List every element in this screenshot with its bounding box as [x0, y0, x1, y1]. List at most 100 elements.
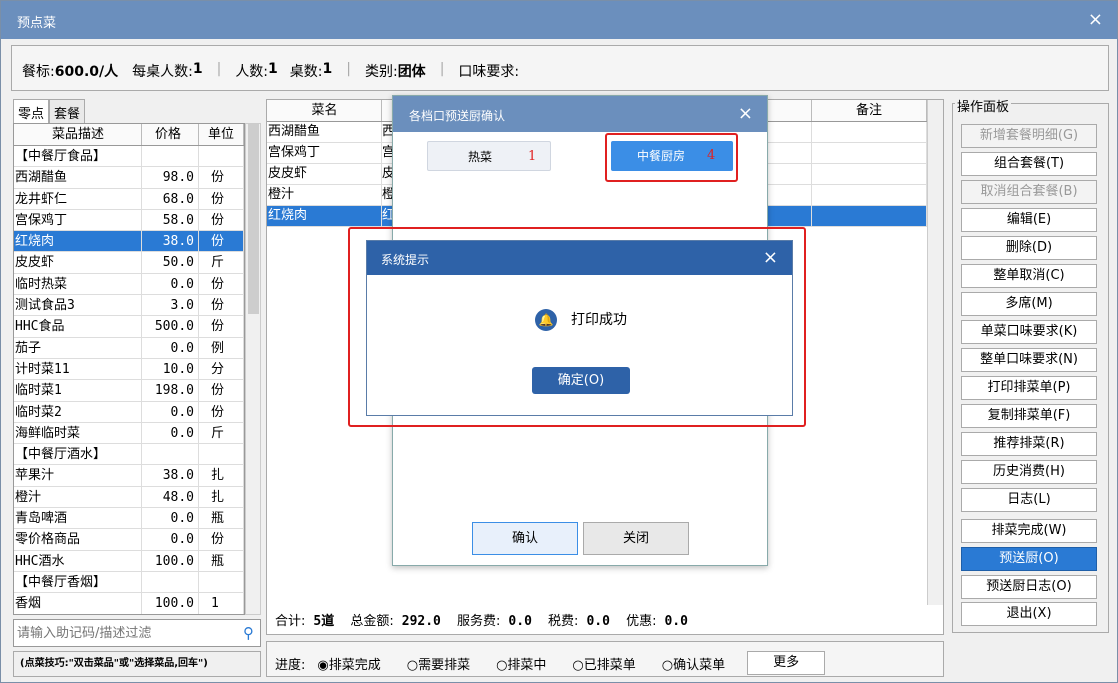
dish-unit — [199, 571, 244, 593]
table-row[interactable]: 苹果汁 38.0 扎 — [14, 465, 244, 487]
radio-need[interactable]: ○需要排菜 — [407, 654, 470, 673]
bell-icon: 🔔 — [535, 309, 557, 331]
dish-desc: 橙汁 — [14, 486, 142, 508]
search-icon[interactable]: ⚲ — [243, 624, 254, 642]
close-icon[interactable]: × — [763, 247, 778, 268]
category-label: 类别: — [364, 64, 398, 80]
meal-std-label: 餐标: — [22, 64, 55, 80]
total-label: 合计: — [275, 614, 306, 629]
op-button-8[interactable]: 整单口味要求(N) — [961, 348, 1097, 372]
table-row[interactable]: 青岛啤酒 0.0 瓶 — [14, 508, 244, 530]
dish-unit: 扎 — [199, 465, 244, 486]
dish-unit — [199, 146, 244, 167]
radio-done[interactable]: ◉排菜完成 — [317, 654, 380, 673]
table-row[interactable]: 橙汁 48.0 扎 — [14, 486, 244, 509]
op-button-0[interactable]: 新增套餐明细(G) — [961, 124, 1097, 148]
table-row[interactable]: 香烟 100.0 1 — [14, 593, 244, 614]
op-button-10[interactable]: 复制排菜单(F) — [961, 404, 1097, 428]
ordered-dish-remark — [812, 143, 927, 163]
op-button-16[interactable]: 预送厨日志(O) — [961, 575, 1097, 599]
op-button-15[interactable]: 预送厨(O) — [961, 547, 1097, 571]
table-row[interactable]: 临时菜1 198.0 份 — [14, 380, 244, 402]
alert-message: 打印成功 — [571, 312, 627, 328]
dish-desc: 【中餐厅食品】 — [14, 146, 142, 167]
dish-unit: 份 — [199, 380, 244, 401]
dish-price: 68.0 — [142, 188, 199, 209]
dish-price: 98.0 — [142, 167, 199, 188]
amount-value: 292.0 — [401, 614, 441, 629]
table-row[interactable]: HHC食品 500.0 份 — [14, 316, 244, 338]
table-row[interactable]: 计时菜11 10.0 分 — [14, 358, 244, 381]
op-button-5[interactable]: 整单取消(C) — [961, 264, 1097, 288]
col-desc: 菜品描述 — [14, 124, 142, 145]
table-row[interactable]: 海鲜临时菜 0.0 斤 — [14, 422, 244, 445]
table-row[interactable]: 【中餐厅食品】 — [14, 146, 244, 168]
main-window: 预点菜 × 餐标: 600.0/人 每桌人数: 1 | 人数: 1 桌数: 1 | 类别… — [0, 0, 1118, 683]
operation-panel-title: 操作面板 — [955, 96, 1012, 115]
dish-desc: 茄子 — [14, 337, 142, 358]
close-icon[interactable]: × — [1088, 9, 1103, 30]
table-row[interactable]: 龙井虾仁 68.0 份 — [14, 188, 244, 210]
col-remark: 备注 — [812, 100, 927, 121]
op-button-13[interactable]: 日志(L) — [961, 488, 1097, 512]
dish-table-scrollbar[interactable] — [245, 123, 261, 615]
dish-price: 0.0 — [142, 529, 199, 550]
tab-set-meal[interactable]: 套餐 — [49, 99, 86, 123]
ok-button[interactable]: 确定(O) — [532, 367, 630, 394]
table-row[interactable]: 【中餐厅香烟】 — [14, 571, 244, 594]
dish-price: 0.0 — [142, 401, 199, 422]
people-value: 1 — [268, 61, 278, 77]
radio-arranged[interactable]: ○已排菜单 — [572, 654, 635, 673]
station-hot-dish[interactable]: 热菜 1 — [427, 141, 551, 171]
op-button-2[interactable]: 取消组合套餐(B) — [961, 180, 1097, 204]
system-alert-dialog: 系统提示 × 🔔 打印成功 确定(O) — [366, 240, 793, 416]
dish-price: 100.0 — [142, 550, 199, 571]
op-button-1[interactable]: 组合套餐(T) — [961, 152, 1097, 176]
ordered-scrollbar[interactable] — [927, 100, 943, 605]
dish-desc: 龙井虾仁 — [14, 188, 142, 209]
table-row[interactable]: 测试食品3 3.0 份 — [14, 295, 244, 317]
op-button-4[interactable]: 删除(D) — [961, 236, 1097, 260]
service-label: 服务费: — [457, 614, 501, 629]
op-button-3[interactable]: 编辑(E) — [961, 208, 1097, 232]
table-row[interactable]: 【中餐厅酒水】 — [14, 444, 244, 466]
dish-desc: 海鲜临时菜 — [14, 422, 142, 444]
radio-confirm[interactable]: ○确认菜单 — [662, 654, 725, 673]
ordered-dish-remark — [812, 122, 927, 142]
dish-desc: 皮皮虾 — [14, 252, 142, 273]
table-row[interactable]: 零价格商品 0.0 份 — [14, 529, 244, 551]
amount-label: 总金额: — [350, 614, 394, 629]
table-row[interactable]: 宫保鸡丁 58.0 份 — [14, 209, 244, 232]
confirm-button[interactable]: 确认 — [472, 522, 578, 555]
dish-unit: 份 — [199, 231, 244, 252]
op-button-14[interactable]: 排菜完成(W) — [961, 519, 1097, 543]
op-button-6[interactable]: 多席(M) — [961, 292, 1097, 316]
table-row[interactable]: 临时菜2 0.0 份 — [14, 401, 244, 423]
dish-price: 198.0 — [142, 380, 199, 401]
dish-desc: 临时热菜 — [14, 273, 142, 295]
filter-input[interactable] — [14, 620, 234, 646]
dish-table: 菜品描述 价格 单位 【中餐厅食品】 西湖醋鱼 98.0 份龙井虾仁 68.0 份宫保鸡丁… — [13, 123, 245, 615]
tax-value: 0.0 — [586, 614, 610, 629]
op-button-12[interactable]: 历史消费(H) — [961, 460, 1097, 484]
highlight-box — [605, 133, 738, 182]
table-row[interactable]: 临时热菜 0.0 份 — [14, 273, 244, 296]
close-icon[interactable]: × — [738, 103, 753, 124]
op-button-11[interactable]: 推荐排菜(R) — [961, 432, 1097, 456]
table-row[interactable]: 红烧肉 38.0 份 — [14, 231, 244, 253]
op-button-17[interactable]: 退出(X) — [961, 602, 1097, 626]
table-row[interactable]: 茄子 0.0 例 — [14, 337, 244, 359]
table-row[interactable]: 西湖醋鱼 98.0 份 — [14, 167, 244, 189]
op-button-7[interactable]: 单菜口味要求(K) — [961, 320, 1097, 344]
table-row[interactable]: 皮皮虾 50.0 斤 — [14, 252, 244, 274]
close-button[interactable]: 关闭 — [583, 522, 689, 555]
table-row[interactable]: HHC酒水 100.0 瓶 — [14, 550, 244, 572]
per-table-value: 1 — [192, 61, 203, 77]
tab-a-la-carte[interactable]: 零点 — [13, 99, 50, 123]
more-button[interactable]: 更多 — [747, 651, 826, 675]
dish-unit — [199, 444, 244, 465]
radio-in-progress[interactable]: ○排菜中 — [496, 654, 546, 673]
dish-price — [142, 571, 199, 593]
ordered-dish-name: 西湖醋鱼 — [267, 122, 382, 142]
op-button-9[interactable]: 打印排菜单(P) — [961, 376, 1097, 400]
